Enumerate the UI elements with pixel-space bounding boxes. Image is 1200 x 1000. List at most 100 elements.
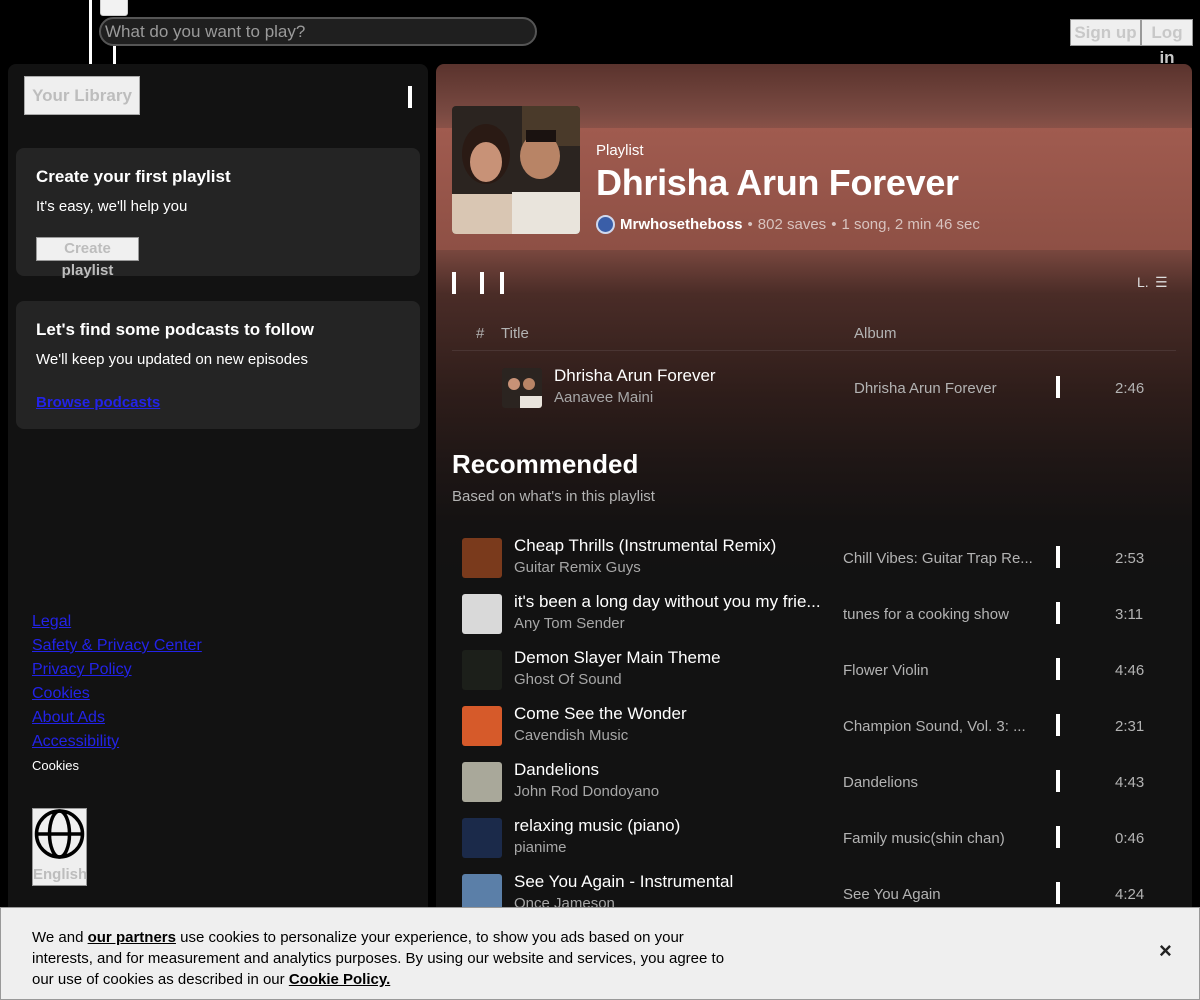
recommended-row[interactable]: Demon Slayer Main Theme Ghost Of Sound Flo…	[452, 644, 1176, 696]
track-title[interactable]: relaxing music (piano)	[514, 816, 680, 836]
track-row[interactable]: Dhrisha Arun Forever Aanavee Maini Dhris…	[452, 362, 1176, 414]
add-track-button[interactable]	[1056, 826, 1060, 848]
add-track-button[interactable]	[1056, 658, 1060, 680]
search-input[interactable]: What do you want to play?	[99, 17, 537, 46]
track-album[interactable]: Dhrisha Arun Forever	[854, 380, 997, 397]
track-title[interactable]: See You Again - Instrumental	[514, 872, 733, 892]
cookie-policy-link[interactable]: Cookie Policy.	[289, 971, 390, 988]
top-bar: What do you want to play? Sign up Log in	[0, 0, 1200, 67]
language-button[interactable]: English	[32, 808, 87, 886]
track-album[interactable]: Champion Sound, Vol. 3: ...	[843, 718, 1026, 735]
recommended-row[interactable]: Dandelions John Rod Dondoyano Dandelions 4:…	[452, 756, 1176, 808]
recommended-row[interactable]: Cheap Thrills (Instrumental Remix) Guitar…	[452, 532, 1176, 584]
track-duration: 4:46	[1115, 662, 1145, 679]
list-view-icon[interactable]: ☰	[1155, 274, 1168, 291]
track-artist[interactable]: Guitar Remix Guys	[514, 559, 641, 576]
track-artist[interactable]: John Rod Dondoyano	[514, 783, 659, 800]
track-album[interactable]: Dandelions	[843, 774, 918, 791]
track-title[interactable]: Come See the Wonder	[514, 704, 687, 724]
add-track-button[interactable]	[1056, 882, 1060, 904]
your-library-button[interactable]: Your Library	[24, 76, 140, 115]
cookies-label: Cookies	[32, 758, 79, 773]
save-button[interactable]	[480, 272, 484, 294]
recommended-row[interactable]: relaxing music (piano) pianime Family musi…	[452, 812, 1176, 864]
footer-link-privacy[interactable]: Privacy Policy	[32, 658, 202, 682]
track-artist[interactable]: Aanavee Maini	[554, 389, 653, 406]
partners-link[interactable]: our partners	[88, 929, 176, 946]
table-divider	[452, 350, 1176, 351]
track-title[interactable]: Cheap Thrills (Instrumental Remix)	[514, 536, 776, 556]
track-thumbnail	[462, 538, 502, 578]
saves-count: 802 saves	[757, 216, 827, 233]
playlist-meta: Mrwhosetheboss • 802 saves • 1 song, 2 m…	[596, 215, 980, 234]
owner-avatar	[596, 215, 615, 234]
track-duration: 2:53	[1115, 550, 1145, 567]
column-album: Album	[854, 325, 897, 342]
add-track-button[interactable]	[1056, 714, 1060, 736]
track-album[interactable]: Flower Violin	[843, 662, 929, 679]
play-button[interactable]	[452, 272, 456, 294]
track-artist[interactable]: Any Tom Sender	[514, 615, 625, 632]
list-view-label[interactable]: L.	[1137, 274, 1149, 290]
add-track-button[interactable]	[1056, 376, 1060, 398]
recommended-row[interactable]: it's been a long day without you my frie…	[452, 588, 1176, 640]
create-plus-icon[interactable]	[408, 86, 412, 108]
login-button[interactable]: Log in	[1141, 19, 1193, 67]
track-title[interactable]: it's been a long day without you my frie…	[514, 592, 821, 612]
track-thumbnail	[462, 594, 502, 634]
track-title[interactable]: Dandelions	[514, 760, 599, 780]
track-duration: 3:11	[1115, 606, 1144, 623]
add-track-button[interactable]	[1056, 546, 1060, 568]
card-title: Create your first playlist	[36, 167, 231, 186]
track-artist[interactable]: pianime	[514, 839, 567, 856]
card-title: Let's find some podcasts to follow	[36, 320, 314, 339]
create-playlist-card: Create your first playlist It's easy, we…	[16, 148, 420, 279]
footer-link-about-ads[interactable]: About Ads	[32, 706, 202, 730]
column-title: Title	[501, 325, 529, 342]
track-thumbnail	[462, 706, 502, 746]
add-track-button[interactable]	[1056, 770, 1060, 792]
playlist-cover	[452, 106, 580, 234]
cookie-banner: We and our partners use cookies to perso…	[0, 907, 1200, 1000]
cookie-text-start: We and	[32, 929, 84, 946]
owner-link[interactable]: Mrwhosetheboss	[620, 216, 743, 233]
column-number: #	[476, 325, 485, 342]
track-thumbnail	[462, 762, 502, 802]
playlist-type-label: Playlist	[596, 142, 644, 159]
card-subtitle: We'll keep you updated on new episodes	[36, 351, 308, 368]
track-album[interactable]: Chill Vibes: Guitar Trap Re...	[843, 550, 1033, 567]
add-track-button[interactable]	[1056, 602, 1060, 624]
track-duration: 2:46	[1115, 380, 1145, 397]
recommended-row[interactable]: Come See the Wonder Cavendish Music Champi…	[452, 700, 1176, 752]
track-album[interactable]: tunes for a cooking show	[843, 606, 1009, 623]
track-artist[interactable]: Ghost Of Sound	[514, 671, 622, 688]
footer-link-cookies[interactable]: Cookies	[32, 682, 202, 706]
card-subtitle: It's easy, we'll help you	[36, 198, 188, 215]
track-album[interactable]: See You Again	[843, 886, 941, 903]
track-title[interactable]: Dhrisha Arun Forever	[554, 366, 716, 386]
footer-link-legal[interactable]: Legal	[32, 610, 202, 634]
close-icon[interactable]: ×	[1159, 938, 1172, 964]
signup-button[interactable]: Sign up	[1070, 19, 1141, 46]
track-title[interactable]: Demon Slayer Main Theme	[514, 648, 721, 668]
playlist-summary: 1 song, 2 min 46 sec	[841, 216, 980, 233]
cookie-text: We and our partners use cookies to perso…	[32, 927, 732, 990]
playlist-title: Dhrisha Arun Forever	[596, 162, 959, 203]
divider-line	[113, 46, 116, 64]
track-duration: 4:43	[1115, 774, 1145, 791]
track-thumbnail	[462, 818, 502, 858]
track-album[interactable]: Family music(shin chan)	[843, 830, 1005, 847]
sidebar: Your Library Create your first playlist …	[8, 64, 428, 924]
language-label: English	[33, 866, 88, 883]
more-options-button[interactable]	[500, 272, 504, 294]
footer-link-safety[interactable]: Safety & Privacy Center	[32, 634, 202, 658]
home-button[interactable]	[100, 0, 128, 16]
create-playlist-button[interactable]: Create playlist	[36, 237, 139, 279]
divider-line	[89, 0, 92, 64]
track-artist[interactable]: Cavendish Music	[514, 727, 628, 744]
recommended-subtitle: Based on what's in this playlist	[452, 488, 655, 505]
browse-podcasts-link[interactable]: Browse podcasts	[36, 394, 160, 411]
bullet: •	[831, 216, 837, 233]
track-thumbnail	[462, 650, 502, 690]
footer-link-accessibility[interactable]: Accessibility	[32, 730, 202, 754]
